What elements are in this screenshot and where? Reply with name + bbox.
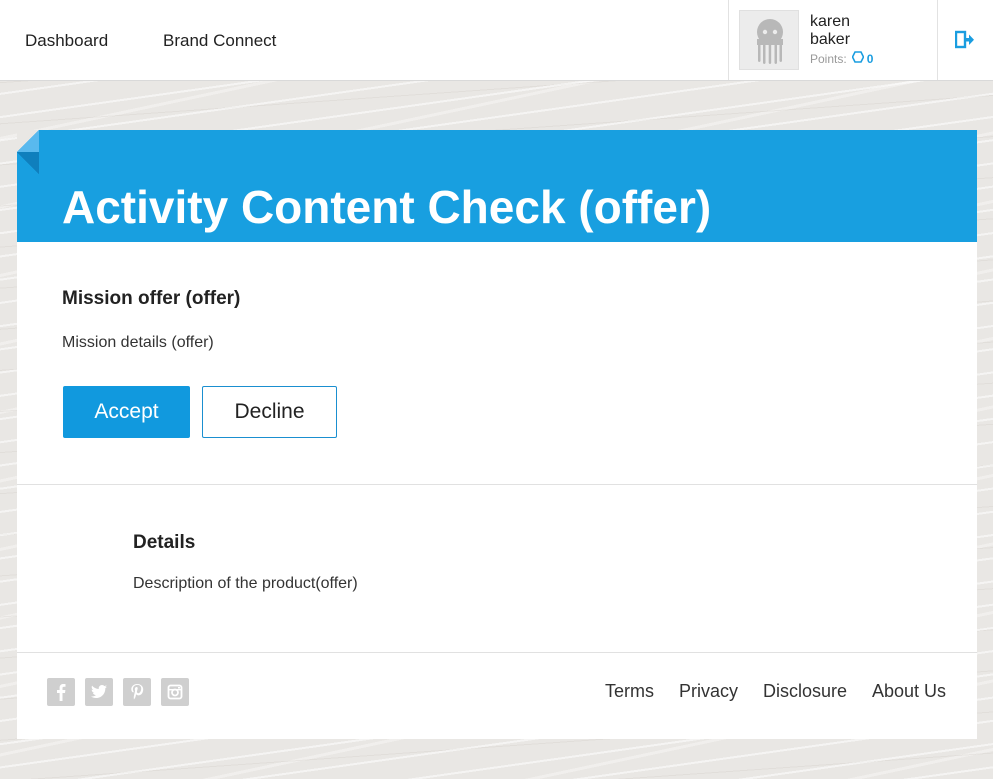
main-card: Activity Content Check (offer) Mission o… bbox=[17, 130, 977, 739]
nav-dashboard[interactable]: Dashboard bbox=[25, 31, 108, 51]
banner-fold-shadow bbox=[17, 152, 39, 174]
decline-button[interactable]: Decline bbox=[202, 386, 337, 438]
mission-title: Mission offer (offer) bbox=[62, 288, 241, 309]
user-last-name: baker bbox=[810, 31, 851, 48]
logout-icon[interactable] bbox=[954, 30, 975, 50]
footer-link-privacy[interactable]: Privacy bbox=[679, 681, 738, 702]
instagram-icon[interactable] bbox=[161, 678, 189, 706]
points-value: 0 bbox=[866, 51, 874, 66]
section-divider bbox=[17, 484, 977, 485]
user-first-name: karen bbox=[810, 13, 851, 30]
octopus-avatar-icon bbox=[757, 19, 783, 64]
top-navigation-bar: Dashboard Brand Connect karen baker Poin… bbox=[0, 0, 993, 81]
points-hexagon-icon bbox=[851, 51, 865, 66]
points-row: Points: 0 bbox=[810, 51, 873, 66]
mission-details: Mission details (offer) bbox=[62, 334, 214, 351]
footer-link-disclosure[interactable]: Disclosure bbox=[763, 681, 847, 702]
details-description: Description of the product(offer) bbox=[133, 575, 358, 592]
banner-fold bbox=[17, 130, 39, 152]
title-banner: Activity Content Check (offer) bbox=[17, 130, 977, 242]
footer-link-terms[interactable]: Terms bbox=[605, 681, 654, 702]
details-title: Details bbox=[133, 532, 196, 553]
pinterest-icon[interactable] bbox=[123, 678, 151, 706]
footer-divider bbox=[17, 652, 977, 653]
user-panel: karen baker Points: 0 bbox=[728, 0, 938, 80]
facebook-icon[interactable] bbox=[47, 678, 75, 706]
accept-button[interactable]: Accept bbox=[63, 386, 190, 438]
page-title: Activity Content Check (offer) bbox=[62, 181, 712, 233]
avatar[interactable] bbox=[739, 10, 799, 70]
twitter-icon[interactable] bbox=[85, 678, 113, 706]
footer-link-about-us[interactable]: About Us bbox=[872, 681, 946, 702]
points-label: Points: bbox=[810, 51, 847, 66]
nav-brand-connect[interactable]: Brand Connect bbox=[163, 31, 276, 51]
